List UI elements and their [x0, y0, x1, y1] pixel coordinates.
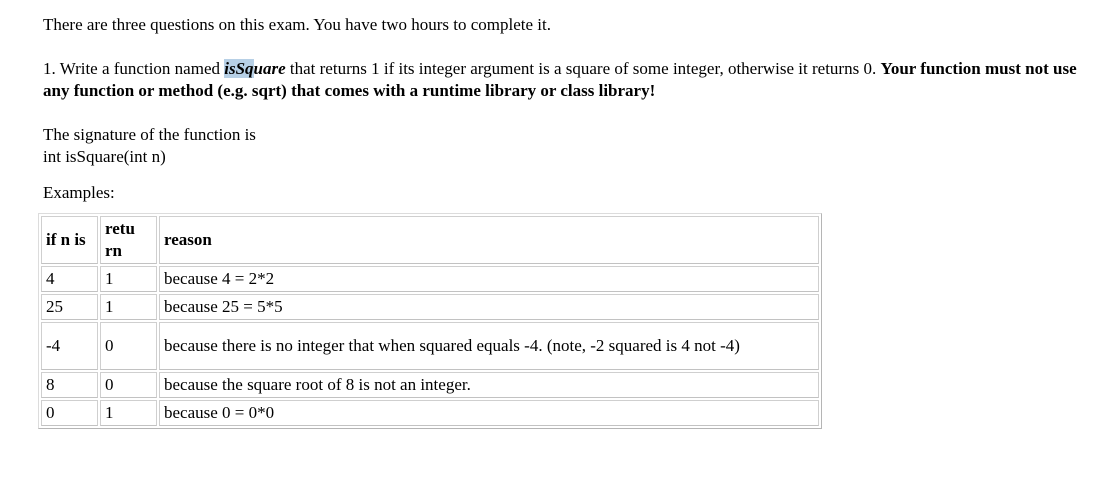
- table-row: 8 0 because the square root of 8 is not …: [41, 372, 819, 398]
- cell-return: 0: [100, 372, 157, 398]
- examples-caption: Examples:: [43, 183, 115, 202]
- function-name-part2: uare: [253, 59, 286, 78]
- cell-n: 8: [41, 372, 98, 398]
- table-row: 4 1 because 4 = 2*2: [41, 266, 819, 292]
- examples-table: if n is retu rn reason 4 1 because 4 = 2…: [38, 213, 822, 429]
- cell-reason: because 25 = 5*5: [159, 294, 819, 320]
- cell-n: 0: [41, 400, 98, 426]
- cell-return: 0: [100, 322, 157, 370]
- signature-intro: The signature of the function is: [43, 125, 256, 144]
- header-return: retu rn: [100, 216, 157, 264]
- table-row: 25 1 because 25 = 5*5: [41, 294, 819, 320]
- question-description: that returns 1 if its integer argument i…: [289, 59, 877, 78]
- header-return-label: retu rn: [105, 219, 135, 260]
- cell-n: 4: [41, 266, 98, 292]
- cell-n: 25: [41, 294, 98, 320]
- question-lead: Write a function named: [59, 59, 220, 78]
- cell-return: 1: [100, 266, 157, 292]
- table-row: 0 1 because 0 = 0*0: [41, 400, 819, 426]
- table-header-row: if n is retu rn reason: [41, 216, 819, 264]
- header-reason: reason: [159, 216, 819, 264]
- exam-document: There are three questions on this exam. …: [43, 14, 1103, 204]
- cell-return: 1: [100, 294, 157, 320]
- cell-return: 1: [100, 400, 157, 426]
- header-input: if n is: [41, 216, 98, 264]
- question-1: 1. Write a function named isSquare that …: [43, 58, 1103, 102]
- cell-reason: because the square root of 8 is not an i…: [159, 372, 819, 398]
- exam-intro: There are three questions on this exam. …: [43, 15, 551, 34]
- function-signature: int isSquare(int n): [43, 147, 166, 166]
- function-name[interactable]: isSquare: [224, 59, 286, 78]
- cell-n: -4: [41, 322, 98, 370]
- question-number: 1.: [43, 59, 56, 78]
- cell-reason: because 4 = 2*2: [159, 266, 819, 292]
- table-row: -4 0 because there is no integer that wh…: [41, 322, 819, 370]
- cell-reason: because there is no integer that when sq…: [159, 322, 819, 370]
- cell-reason: because 0 = 0*0: [159, 400, 819, 426]
- function-name-part1: isSq: [224, 59, 254, 78]
